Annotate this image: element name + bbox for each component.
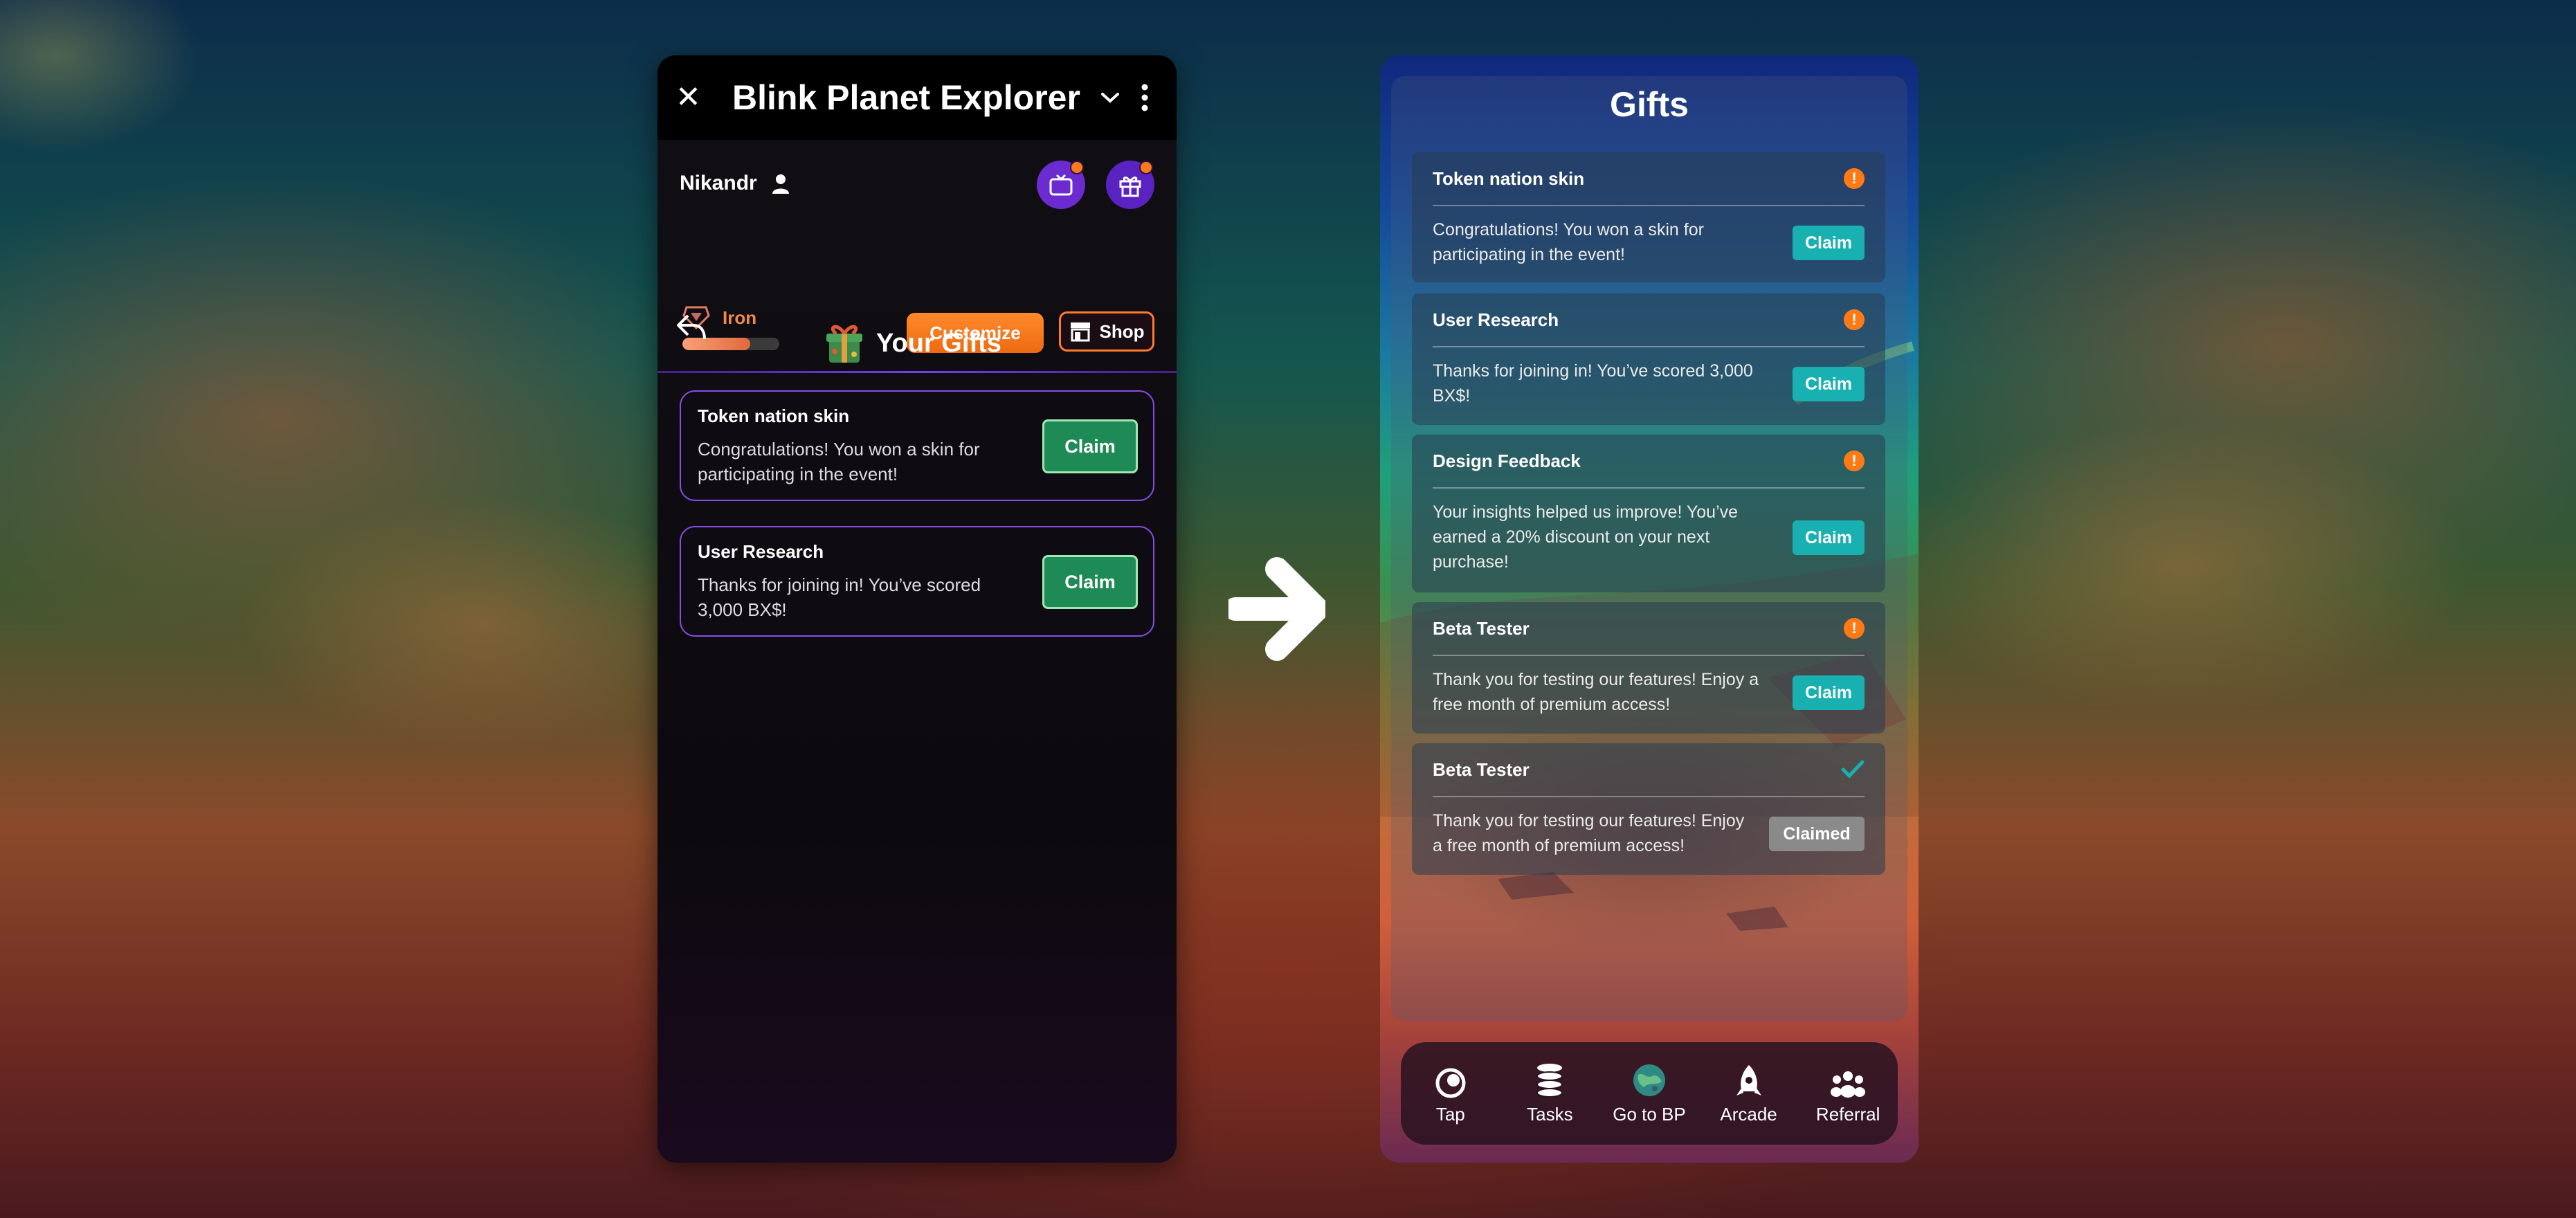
back-arrow-icon[interactable] — [675, 313, 707, 345]
nav-tap[interactable]: Tap — [1406, 1062, 1496, 1125]
claim-button[interactable]: Claim — [1042, 419, 1138, 473]
gift-box-icon — [826, 325, 862, 363]
nav-go-to-bp[interactable]: Go to BP — [1604, 1062, 1694, 1125]
notification-dot — [1139, 161, 1153, 174]
gift-description: Your insights helped us improve! You’ve … — [1433, 502, 1739, 572]
alert-icon: ! — [1844, 618, 1865, 639]
tv-button[interactable] — [1037, 161, 1085, 209]
alert-icon: ! — [1844, 309, 1865, 330]
gifts-title: Your Gifts — [824, 321, 1001, 365]
checkmark-icon — [1841, 760, 1865, 779]
nav-referral[interactable]: Referral — [1803, 1062, 1893, 1125]
player-name[interactable]: Nikandr — [680, 172, 790, 195]
people-icon — [1831, 1062, 1866, 1098]
notification-dot — [1070, 161, 1084, 174]
after-screen: Gifts Token nation skin! Congratulations… — [1380, 55, 1919, 1163]
alert-icon: ! — [1844, 451, 1865, 471]
gift-title: User Research — [1433, 309, 1559, 330]
nav-label: Tasks — [1527, 1103, 1573, 1125]
gift-description: Thanks for joining in! You’ve scored 3,0… — [698, 574, 981, 620]
bottom-nav: Tap Tasks Go to BP Arcade Referral — [1401, 1042, 1898, 1145]
eye-icon — [1434, 1062, 1467, 1098]
gifts-title-label: Your Gifts — [876, 328, 1001, 358]
gift-card: User Research Thanks for joining in! You… — [680, 526, 1154, 637]
alert-icon: ! — [1844, 168, 1865, 189]
gift-description: Thank you for testing our features! Enjo… — [1433, 811, 1745, 855]
claim-button[interactable]: Claim — [1793, 675, 1865, 710]
tv-icon — [1049, 174, 1073, 196]
coins-stack-icon — [1533, 1062, 1566, 1098]
nav-label: Go to BP — [1613, 1103, 1686, 1125]
claim-button[interactable]: Claim — [1793, 226, 1865, 260]
gift-description: Congratulations! You won a skin for part… — [1433, 220, 1704, 264]
window-title: Blink Planet Explorer — [732, 78, 1080, 117]
claim-button[interactable]: Claim — [1793, 520, 1865, 555]
gift-title: Token nation skin — [1433, 167, 1585, 189]
nav-arcade[interactable]: Arcade — [1704, 1062, 1794, 1125]
gift-title: Beta Tester — [1433, 758, 1530, 780]
player-name-label: Nikandr — [680, 172, 757, 194]
gifts-section-header: Your Gifts — [657, 304, 1177, 367]
close-icon[interactable]: ✕ — [675, 82, 717, 113]
gift-card: Token nation skin! Congratulations! You … — [1412, 152, 1885, 282]
gift-title: Design Feedback — [1433, 450, 1581, 471]
gift-description: Thank you for testing our features! Enjo… — [1433, 670, 1759, 714]
gift-card: Beta Tester! Thank you for testing our f… — [1412, 602, 1885, 734]
divider — [657, 371, 1177, 373]
nav-label: Tap — [1435, 1103, 1465, 1125]
gift-icon — [1119, 176, 1141, 197]
gift-button[interactable] — [1106, 161, 1154, 209]
nav-label: Arcade — [1720, 1103, 1777, 1125]
nav-label: Referral — [1815, 1103, 1880, 1125]
rocket-icon — [1735, 1062, 1763, 1098]
claim-button[interactable]: Claim — [1793, 367, 1865, 401]
nav-tasks[interactable]: Tasks — [1505, 1062, 1595, 1125]
gift-title: Beta Tester — [1433, 617, 1530, 639]
gift-card: User Research! Thanks for joining in! Yo… — [1412, 293, 1885, 425]
gift-description: Congratulations! You won a skin for part… — [698, 439, 980, 484]
claim-button[interactable]: Claim — [1042, 555, 1138, 609]
claimed-button: Claimed — [1769, 817, 1865, 851]
gift-card: Design Feedback! Your insights helped us… — [1412, 435, 1885, 592]
gift-card: Beta Tester Thank you for testing our fe… — [1412, 743, 1885, 875]
planet-icon — [1631, 1062, 1667, 1098]
chevron-down-icon[interactable] — [1089, 91, 1131, 104]
gift-card: Token nation skin Congratulations! You w… — [680, 390, 1154, 501]
gift-description: Thanks for joining in! You’ve scored 3,0… — [1433, 361, 1753, 406]
page-title: Gifts — [1610, 85, 1689, 124]
more-menu-icon[interactable] — [1131, 84, 1159, 111]
right-arrow-icon — [1228, 557, 1325, 661]
before-screen: ✕ Blink Planet Explorer Nikandr Iron Cus… — [657, 55, 1177, 1163]
user-icon — [772, 174, 789, 194]
title-bar: ✕ Blink Planet Explorer — [657, 55, 1177, 140]
